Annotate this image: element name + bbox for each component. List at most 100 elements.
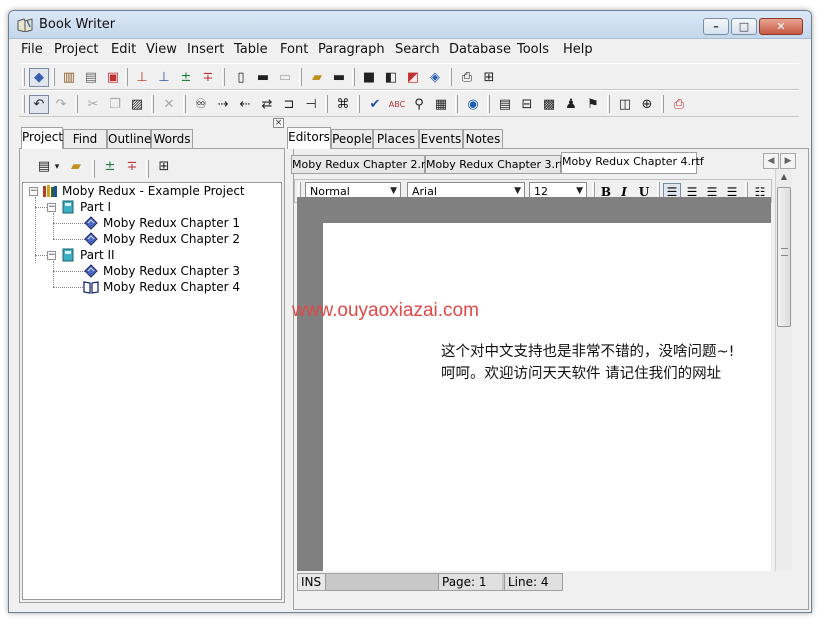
toolbar-grip[interactable] — [22, 95, 25, 113]
tree-chapter[interactable]: Moby Redux Chapter 1 — [83, 215, 240, 231]
tab-places[interactable]: Places — [373, 129, 419, 149]
format-doc-button[interactable]: ▭ — [275, 68, 295, 87]
zoom-button[interactable]: ⊕ — [637, 95, 657, 114]
spell-as-you-type-button[interactable]: ABC — [387, 95, 407, 114]
menu-view[interactable]: View — [146, 42, 177, 57]
remove-child-button[interactable]: ∓ — [122, 157, 142, 176]
book-view-button[interactable]: ◫ — [615, 95, 635, 114]
project-properties-button[interactable]: ▤ — [34, 157, 54, 176]
menu-project[interactable]: Project — [54, 42, 98, 57]
properties-dropdown-button[interactable]: ▾ — [52, 157, 62, 176]
goto-button[interactable]: ⊐ — [279, 95, 299, 114]
paste-button[interactable]: ▨ — [127, 95, 147, 114]
print-chapter-button[interactable]: ⎙ — [669, 95, 689, 114]
tab-people[interactable]: People — [331, 129, 373, 149]
tab-project[interactable]: Project — [21, 127, 63, 149]
copy-button[interactable]: ❐ — [105, 95, 125, 114]
add-child-button[interactable]: ± — [100, 157, 120, 176]
open-folder-button[interactable]: ▰ — [66, 157, 86, 176]
tab-editors[interactable]: Editors — [287, 127, 331, 149]
remove-item-button[interactable]: ∓ — [198, 68, 218, 87]
tab-scroll-right-button[interactable]: ▶ — [780, 153, 796, 169]
doc-tab-chapter-4[interactable]: Moby Redux Chapter 4.rtf — [561, 152, 704, 174]
tree-root[interactable]: − Moby Redux - Example Project — [29, 183, 245, 199]
tab-notes[interactable]: Notes — [463, 129, 503, 149]
document-page[interactable]: 这个对中文支持也是非常不错的，没啥问题~! 呵呵。欢迎访问天天软件 请记住我们的… — [323, 223, 771, 571]
tree-chapter[interactable]: Moby Redux Chapter 3 — [83, 263, 240, 279]
notes-button[interactable]: ▤ — [495, 95, 515, 114]
places-button[interactable]: ▩ — [539, 95, 559, 114]
timeline-button[interactable]: ⊟ — [517, 95, 537, 114]
redo-button[interactable]: ↷ — [51, 95, 71, 114]
document-vertical-scrollbar[interactable]: ▲ — [775, 169, 792, 571]
export-button[interactable]: ◩ — [403, 68, 423, 87]
tab-outline[interactable]: Outline — [107, 129, 151, 149]
collapse-icon[interactable]: − — [47, 202, 56, 212]
book-writer-logo-icon — [17, 18, 33, 32]
print-preview-button[interactable]: ⊞ — [479, 68, 499, 87]
menu-help[interactable]: Help — [563, 42, 593, 57]
project-view-button[interactable]: ◆ — [29, 68, 49, 87]
tree-chapter[interactable]: Moby Redux Chapter 2 — [83, 231, 240, 247]
print-button[interactable]: ⎙ — [457, 68, 477, 87]
close-project-button[interactable]: ▣ — [103, 68, 123, 87]
tab-words[interactable]: Words — [151, 129, 193, 149]
open-project-button[interactable]: ▥ — [59, 68, 79, 87]
word-count-button[interactable]: ▦ — [431, 95, 451, 114]
tab-find[interactable]: Find — [63, 129, 107, 149]
collapse-icon[interactable]: − — [47, 250, 56, 260]
replace-button[interactable]: ⇄ — [257, 95, 277, 114]
save-as-button[interactable]: ■ — [359, 68, 379, 87]
cut-button[interactable]: ✂ — [83, 95, 103, 114]
toolbar-grip[interactable] — [22, 68, 25, 86]
collapse-icon[interactable]: − — [29, 186, 38, 196]
maximize-button[interactable]: □ — [731, 18, 757, 35]
publish-button[interactable]: ◈ — [425, 68, 445, 87]
menu-database[interactable]: Database — [449, 42, 511, 57]
add-chapter-button[interactable]: ⊥ — [154, 68, 174, 87]
tree-chapter-active[interactable]: Moby Redux Chapter 4 — [83, 279, 240, 295]
menu-insert[interactable]: Insert — [187, 42, 224, 57]
close-button[interactable]: ✕ — [759, 18, 803, 35]
doc-tab-chapter-3[interactable]: Moby Redux Chapter 3.rtf — [425, 155, 568, 174]
new-document-button[interactable]: ▯ — [231, 68, 251, 87]
scrollbar-thumb[interactable] — [777, 187, 791, 327]
save-all-button[interactable]: ◧ — [381, 68, 401, 87]
events-button[interactable]: ⚑ — [583, 95, 603, 114]
panel-close-button[interactable]: × — [273, 118, 284, 128]
menu-edit[interactable]: Edit — [111, 42, 136, 57]
people-button[interactable]: ♟ — [561, 95, 581, 114]
menu-search[interactable]: Search — [395, 42, 440, 57]
special-chars-button[interactable]: ⌘ — [333, 95, 353, 114]
menu-paragraph[interactable]: Paragraph — [318, 42, 385, 57]
menu-table[interactable]: Table — [234, 42, 268, 57]
document-body[interactable]: 这个对中文支持也是非常不错的，没啥问题~! 呵呵。欢迎访问天天软件 请记住我们的… — [441, 341, 734, 385]
tree-structure-icon: ⊞ — [158, 159, 170, 174]
thesaurus-button[interactable]: ⚲ — [409, 95, 429, 114]
menu-font[interactable]: Font — [280, 42, 308, 57]
delete-button[interactable]: ✕ — [159, 95, 179, 114]
find-button[interactable]: ♾ — [191, 95, 211, 114]
find-previous-button[interactable]: ⇠ — [235, 95, 255, 114]
spell-check-button[interactable]: ✔ — [365, 95, 385, 114]
doc-tab-chapter-2[interactable]: Moby Redux Chapter 2.rtf — [291, 155, 434, 174]
add-part-button[interactable]: ⊥ — [132, 68, 152, 87]
find-next-button[interactable]: ⇢ — [213, 95, 233, 114]
undo-button[interactable]: ↶ — [29, 95, 49, 114]
tree-part-2[interactable]: − Part II — [47, 247, 115, 263]
minimize-button[interactable]: – — [703, 18, 729, 35]
save-file-button[interactable]: ▬ — [329, 68, 349, 87]
open-file-button[interactable]: ▰ — [307, 68, 327, 87]
web-button[interactable]: ◉ — [463, 95, 483, 114]
tree-structure-button[interactable]: ⊞ — [154, 157, 174, 176]
scroll-up-icon[interactable]: ▲ — [776, 169, 792, 185]
tab-scroll-left-button[interactable]: ◀ — [763, 153, 779, 169]
menu-tools[interactable]: Tools — [517, 42, 549, 57]
template-button[interactable]: ▬ — [253, 68, 273, 87]
insert-item-button[interactable]: ± — [176, 68, 196, 87]
tab-events[interactable]: Events — [419, 129, 463, 149]
bookmark-button[interactable]: ⊣ — [301, 95, 321, 114]
menu-file[interactable]: File — [21, 42, 43, 57]
save-project-button[interactable]: ▤ — [81, 68, 101, 87]
tree-part-1[interactable]: − Part I — [47, 199, 111, 215]
